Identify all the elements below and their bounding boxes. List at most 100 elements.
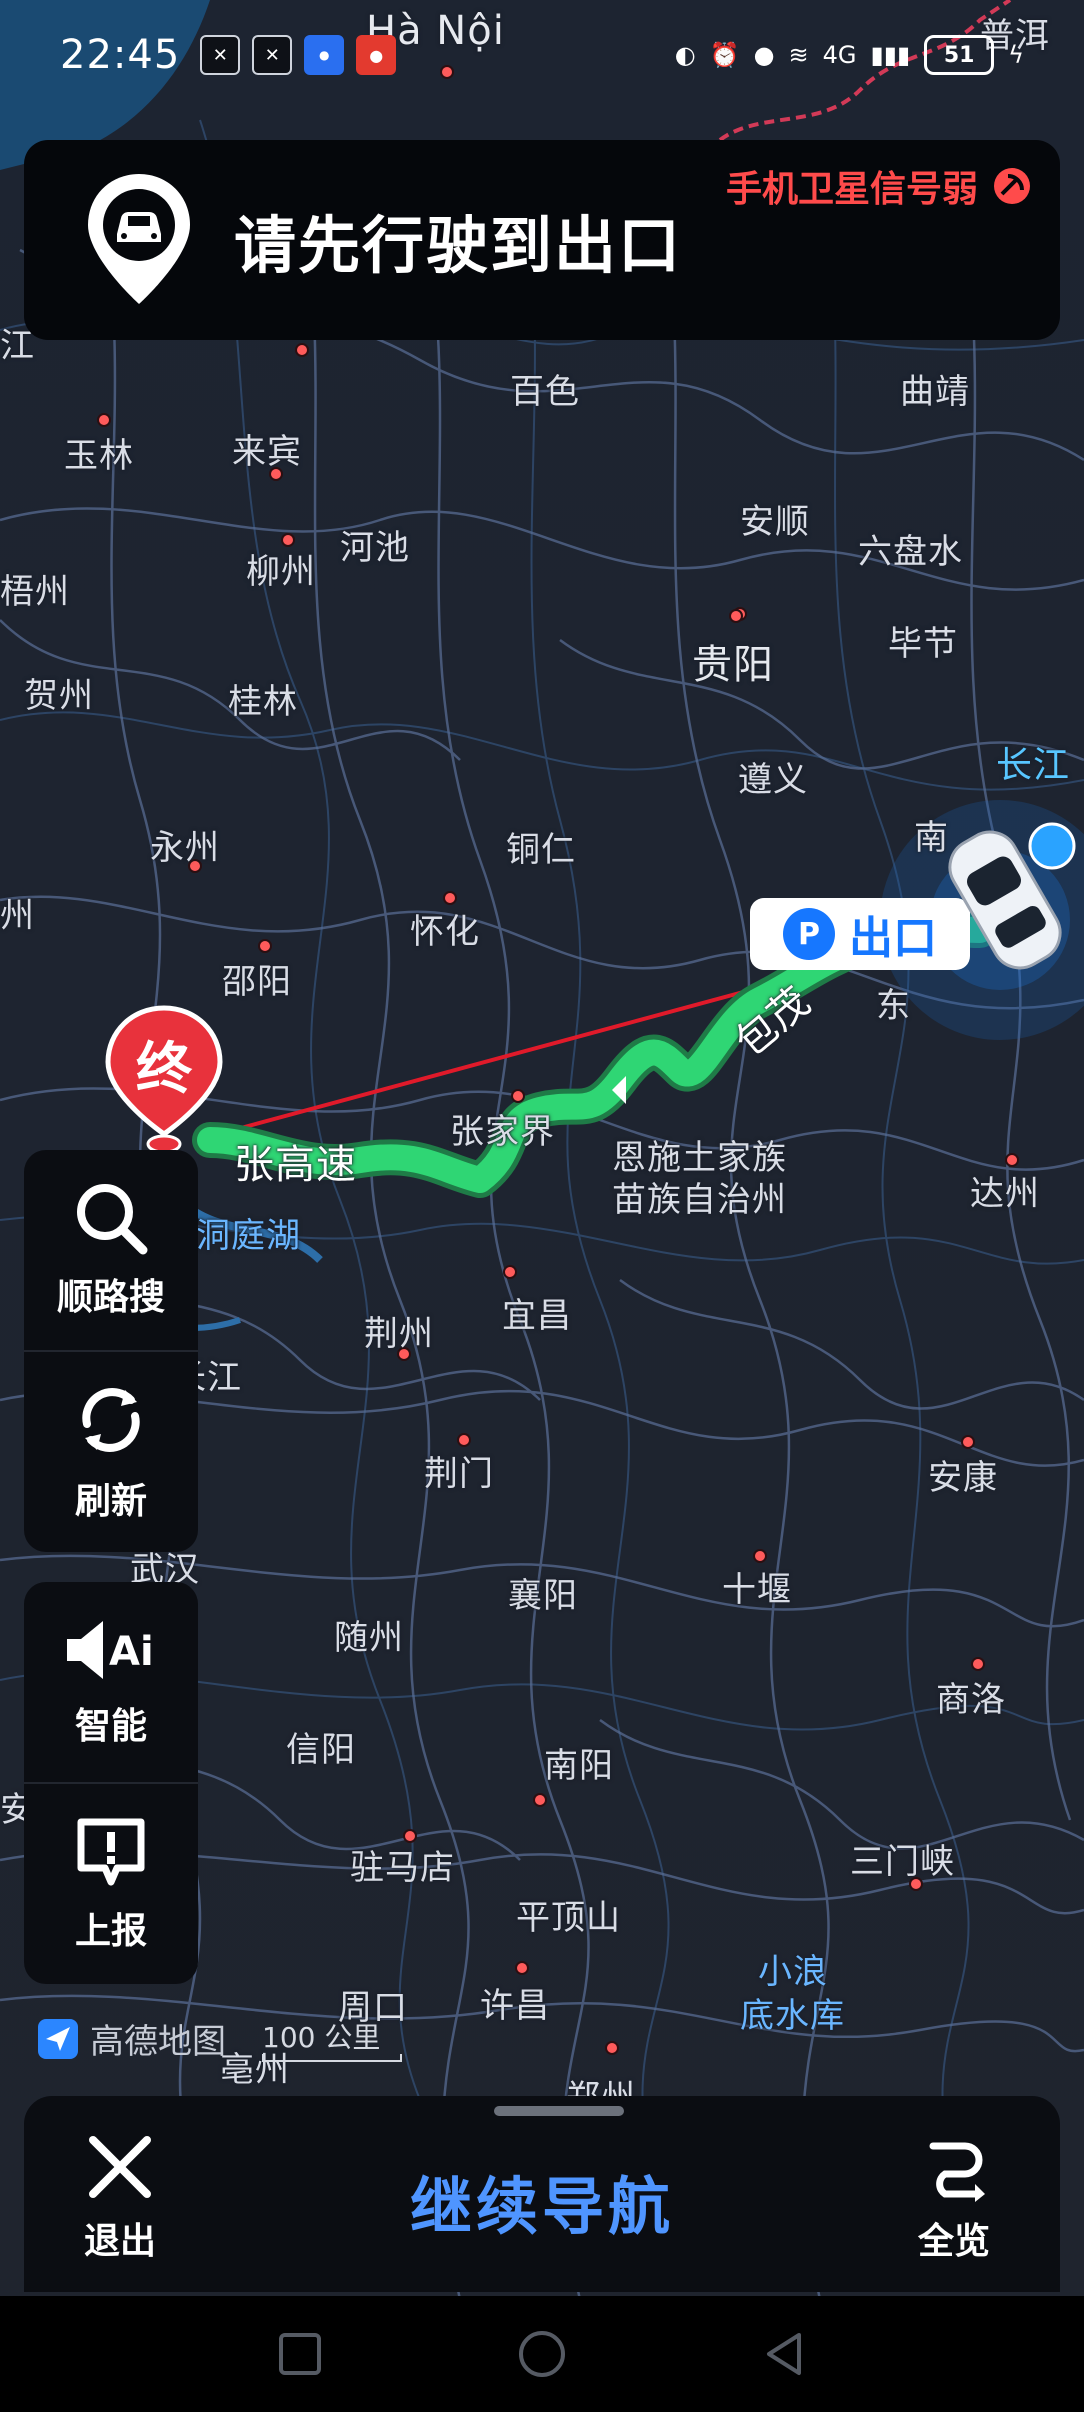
navigation-banner: 请先行驶到出口 手机卫星信号弱 — [24, 140, 1060, 340]
map-label: 安顺 — [740, 502, 810, 542]
left-tool-panel: Ai 智能 上报 — [24, 1582, 198, 1984]
city-dot — [533, 1793, 547, 1807]
location-icon: ● — [753, 41, 775, 69]
smart-label: 智能 — [74, 1706, 147, 1747]
map-label: 梧州 — [0, 572, 70, 612]
map-label: 贵阳 — [692, 642, 774, 688]
map-label: 洞庭湖 — [196, 1216, 301, 1256]
satellite-icon — [994, 168, 1030, 204]
battery-indicator: 51 — [924, 35, 995, 75]
map-label: 南阳 — [544, 1746, 614, 1786]
map-label: 小浪 — [758, 1952, 828, 1992]
report-button[interactable]: 上报 — [24, 1782, 198, 1984]
map-label: 百色 — [510, 372, 580, 412]
refresh-icon — [82, 1388, 140, 1452]
overview-label: 全览 — [918, 2221, 991, 2262]
network-type: 4G — [822, 41, 857, 69]
car-pin-icon — [88, 174, 190, 304]
destination-marker[interactable]: 终 — [104, 1004, 224, 1156]
amap-logo-icon — [38, 2018, 78, 2059]
map-scale-bar — [262, 2054, 402, 2062]
along-route-search-button[interactable]: 顺路搜 — [24, 1150, 198, 1350]
map-label: 柳州 — [246, 552, 316, 592]
recent-apps-icon[interactable] — [275, 2329, 325, 2379]
map-label: 邵阳 — [222, 962, 292, 1002]
along-route-search-label: 顺路搜 — [56, 1277, 165, 1318]
system-nav-bar — [0, 2296, 1084, 2412]
banner-title: 请先行驶到出口 — [234, 209, 683, 282]
notification-icon: ✕ — [200, 35, 241, 75]
overview-button[interactable]: 全览 — [918, 2132, 990, 2264]
route-overview-icon — [929, 2142, 985, 2202]
map-label: 河池 — [340, 528, 410, 568]
city-dot — [457, 1433, 471, 1447]
city-dot — [443, 891, 457, 905]
report-label: 上报 — [74, 1911, 147, 1952]
map-label: 永州 — [150, 828, 220, 868]
drag-handle[interactable] — [494, 2106, 624, 2116]
amap-watermark: 高德地图 — [36, 2014, 226, 2063]
refresh-button[interactable]: 刷新 — [24, 1350, 198, 1552]
alarm-icon: ⏰ — [709, 41, 740, 69]
svg-text:Ai: Ai — [109, 1629, 154, 1675]
map-label: 安康 — [928, 1458, 998, 1498]
map-label: 许昌 — [480, 1986, 550, 2026]
continue-navigation-button[interactable]: 继续导航 — [24, 2156, 1060, 2246]
city-dot — [753, 1549, 767, 1563]
map-label: 毕节 — [888, 624, 958, 664]
back-icon[interactable] — [759, 2329, 809, 2379]
charging-icon: ϟ — [1008, 41, 1024, 69]
map-label: 桂林 — [228, 682, 298, 722]
map-label: 东 — [876, 986, 911, 1026]
map-label: 信阳 — [286, 1730, 356, 1770]
map-label: 来宾 — [232, 432, 302, 472]
notification-icon: ✕ — [252, 35, 293, 75]
map-label: 苗族自治州 — [612, 1180, 787, 1220]
map-label: 襄阳 — [508, 1576, 578, 1616]
map-label: 随州 — [334, 1618, 404, 1658]
map-label: 张高速 — [234, 1142, 357, 1188]
city-dot — [605, 2041, 619, 2055]
amap-brand: 高德地图 — [90, 2022, 226, 2062]
map-label: 荆州 — [364, 1314, 434, 1354]
map-label: 商洛 — [936, 1680, 1006, 1720]
city-dot — [258, 939, 272, 953]
map-label: 玉林 — [64, 436, 134, 476]
map-label: 遵义 — [738, 760, 808, 800]
report-icon — [77, 1818, 145, 1886]
gps-weak-status[interactable]: 手机卫星信号弱 — [726, 160, 1034, 212]
map-label: 宜昌 — [502, 1296, 572, 1336]
search-icon — [77, 1184, 148, 1255]
map-label: 怀化 — [410, 912, 480, 952]
bottom-action-bar: 退出 继续导航 全览 — [24, 2096, 1060, 2292]
city-dot — [511, 1089, 525, 1103]
map-label: 六盘水 — [858, 532, 963, 572]
home-icon[interactable] — [515, 2327, 569, 2381]
ai-speaker-icon: Ai — [67, 1621, 154, 1679]
taobao-notification-icon: ● — [356, 35, 397, 75]
city-dot — [515, 1961, 529, 1975]
map-label: 州 — [0, 896, 35, 936]
refresh-label: 刷新 — [74, 1481, 147, 1522]
map-label: 驻马店 — [350, 1848, 455, 1888]
map-label: 十堰 — [722, 1570, 792, 1610]
city-dot — [97, 413, 111, 427]
map-label: 贺州 — [24, 676, 94, 716]
wifi-icon: ≋ — [788, 41, 809, 69]
map-label: 荆门 — [424, 1454, 494, 1494]
city-dot — [295, 343, 309, 357]
map-label: 长江 — [996, 745, 1071, 786]
city-dot — [961, 1435, 975, 1449]
map-scale-label: 100 公里 — [262, 2021, 381, 2054]
city-dot — [503, 1265, 517, 1279]
gps-weak-label: 手机卫星信号弱 — [725, 169, 978, 210]
map-label: 平顶山 — [516, 1898, 621, 1938]
smart-voice-button[interactable]: Ai 智能 — [24, 1582, 198, 1782]
signal-icon: ▮▮▮ — [870, 41, 911, 69]
map-label: 达州 — [970, 1174, 1040, 1214]
nfc-icon: ◐ — [674, 41, 696, 69]
city-dot — [729, 609, 743, 623]
left-tool-panel: 顺路搜 刷新 — [24, 1150, 198, 1552]
car-position-icon — [948, 822, 1076, 970]
status-bar: 22:45 ✕ ✕ ● ● ◐ ⏰ ● ≋ 4G ▮▮▮ 51 ϟ — [0, 0, 1084, 110]
